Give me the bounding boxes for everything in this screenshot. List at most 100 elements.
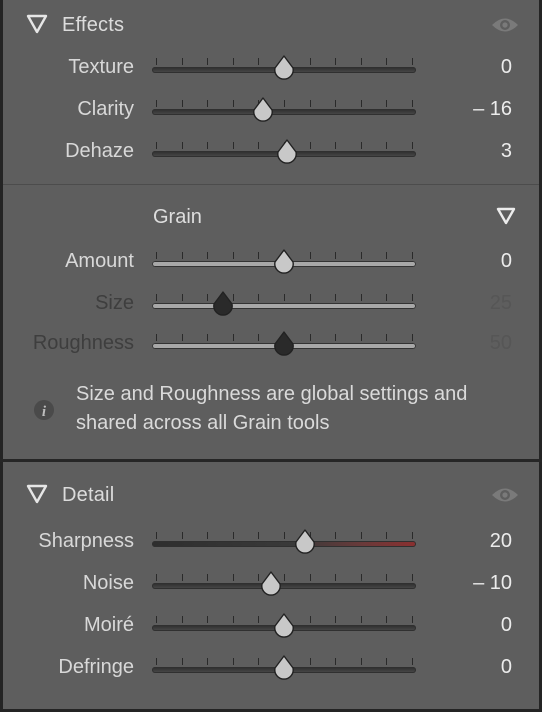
sharpness-slider[interactable] (152, 529, 416, 555)
grain-amount-value[interactable]: 0 (501, 250, 512, 273)
effects-panel-title: Effects (62, 14, 125, 36)
texture-value[interactable]: 0 (501, 56, 512, 79)
clarity-slider[interactable] (152, 97, 416, 123)
grain-amount-slider[interactable] (152, 249, 416, 275)
slider-tick (386, 616, 387, 623)
slider-tick (207, 334, 208, 341)
slider-thumb[interactable] (260, 571, 282, 597)
grain-amount-label: Amount (65, 250, 134, 272)
noise-slider[interactable] (152, 571, 416, 597)
slider-tick (207, 142, 208, 149)
slider-tick (182, 658, 183, 665)
slider-tick (412, 252, 413, 259)
slider-tick (233, 142, 234, 149)
slider-tick (156, 252, 157, 259)
slider-tick (233, 100, 234, 107)
moire-slider[interactable] (152, 613, 416, 639)
slider-tick (310, 100, 311, 107)
slider-tick (182, 142, 183, 149)
moire-slider-row: Moiré 0 (0, 607, 542, 643)
slider-thumb[interactable] (276, 139, 298, 165)
dehaze-value[interactable]: 3 (501, 140, 512, 163)
grain-size-value[interactable]: 25 (490, 292, 512, 315)
texture-label: Texture (68, 56, 134, 78)
slider-thumb[interactable] (273, 613, 295, 639)
clarity-value[interactable]: – 16 (473, 98, 512, 121)
slider-tick (156, 532, 157, 539)
slider-tick (412, 58, 413, 65)
slider-tick (361, 142, 362, 149)
slider-tick (284, 574, 285, 581)
dehaze-slider-row: Dehaze 3 (0, 133, 542, 169)
defringe-value[interactable]: 0 (501, 656, 512, 679)
slider-tick (412, 142, 413, 149)
slider-tick (258, 294, 259, 301)
slider-tick (156, 58, 157, 65)
sharpness-slider-row: Sharpness 20 (0, 523, 542, 559)
slider-tick (233, 58, 234, 65)
triangle-down-icon[interactable] (496, 207, 516, 225)
detail-panel-title: Detail (62, 484, 115, 506)
grain-size-slider[interactable] (152, 291, 416, 317)
slider-thumb[interactable] (273, 655, 295, 681)
slider-tick (182, 294, 183, 301)
slider-thumb[interactable] (273, 249, 295, 275)
defringe-slider[interactable] (152, 655, 416, 681)
slider-tick (361, 334, 362, 341)
slider-tick (335, 658, 336, 665)
effects-panel-header[interactable]: Effects (0, 4, 542, 44)
eye-icon[interactable] (491, 486, 519, 504)
slider-tick (386, 142, 387, 149)
grain-roughness-label: Roughness (32, 332, 134, 354)
slider-tick (258, 252, 259, 259)
clarity-slider-row: Clarity – 16 (0, 91, 542, 127)
slider-tick (182, 574, 183, 581)
dehaze-slider[interactable] (152, 139, 416, 165)
slider-tick (284, 294, 285, 301)
slider-tick (335, 100, 336, 107)
noise-slider-row: Noise – 10 (0, 565, 542, 601)
slider-tick (233, 252, 234, 259)
grain-roughness-slider-row: Roughness 50 (0, 325, 542, 361)
eye-icon[interactable] (491, 16, 519, 34)
slider-tick (335, 532, 336, 539)
slider-tick (310, 252, 311, 259)
slider-tick (386, 334, 387, 341)
slider-tick (156, 616, 157, 623)
slider-tick (258, 532, 259, 539)
slider-tick (207, 294, 208, 301)
slider-tick (361, 658, 362, 665)
texture-slider[interactable] (152, 55, 416, 81)
slider-thumb[interactable] (252, 97, 274, 123)
grain-roughness-value[interactable]: 50 (490, 332, 512, 355)
slider-tick (335, 294, 336, 301)
slider-thumb[interactable] (294, 529, 316, 555)
slider-tick (182, 616, 183, 623)
slider-tick (233, 574, 234, 581)
slider-thumb[interactable] (273, 331, 295, 357)
triangle-down-icon[interactable] (26, 484, 48, 504)
slider-tick (361, 100, 362, 107)
slider-tick (412, 532, 413, 539)
slider-tick (412, 334, 413, 341)
slider-tick (386, 100, 387, 107)
grain-subsection-title: Grain (153, 206, 202, 228)
slider-thumb[interactable] (212, 291, 234, 317)
slider-tick (335, 58, 336, 65)
slider-tick (182, 58, 183, 65)
moire-label: Moiré (83, 614, 134, 636)
slider-tick (156, 294, 157, 301)
moire-value[interactable]: 0 (501, 614, 512, 637)
texture-slider-row: Texture 0 (0, 49, 542, 85)
triangle-down-icon[interactable] (26, 14, 48, 34)
slider-tick (335, 252, 336, 259)
slider-thumb[interactable] (273, 55, 295, 81)
grain-roughness-slider[interactable] (152, 331, 416, 357)
slider-tick (386, 58, 387, 65)
noise-value[interactable]: – 10 (473, 572, 512, 595)
defringe-slider-row: Defringe 0 (0, 649, 542, 685)
detail-panel-header[interactable]: Detail (0, 474, 542, 514)
slider-tick (310, 616, 311, 623)
sharpness-value[interactable]: 20 (490, 530, 512, 553)
slider-tick (412, 616, 413, 623)
